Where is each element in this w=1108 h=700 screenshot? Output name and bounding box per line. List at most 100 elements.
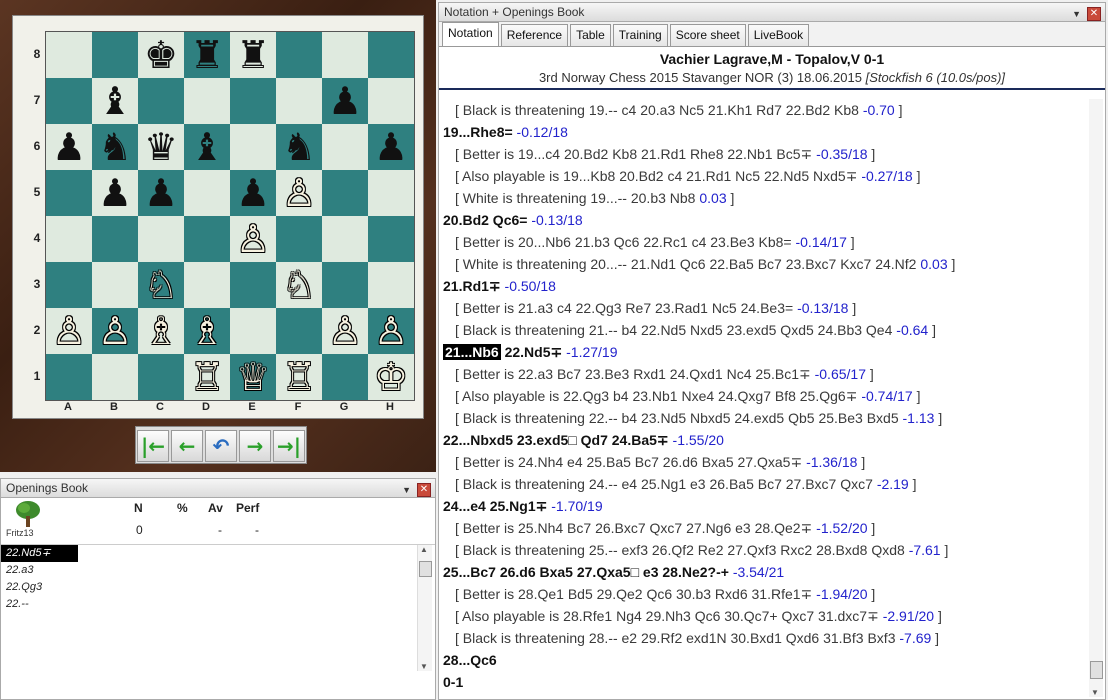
square-f4[interactable] [276, 216, 322, 262]
square-h4[interactable] [368, 216, 414, 262]
mainline-move[interactable]: 0-1 [443, 671, 1088, 693]
last-move-button[interactable]: →| [273, 430, 305, 462]
square-h5[interactable] [368, 170, 414, 216]
white-pawn-icon[interactable]: ♙ [46, 308, 92, 354]
black-rook-icon[interactable]: ♜ [230, 32, 276, 78]
mainline-move[interactable]: 22...Nbxd5 23.exd5□ Qd7 24.Ba5∓ -1.55/20 [443, 429, 1088, 451]
square-g1[interactable] [322, 354, 368, 400]
square-b8[interactable] [92, 32, 138, 78]
variation-line[interactable]: [ Black is threatening 22.-- b4 23.Nd5 N… [443, 407, 1088, 429]
black-knight-icon[interactable]: ♞ [92, 124, 138, 170]
square-a4[interactable] [46, 216, 92, 262]
square-b3[interactable] [92, 262, 138, 308]
square-a7[interactable] [46, 78, 92, 124]
square-a5[interactable] [46, 170, 92, 216]
square-g3[interactable] [322, 262, 368, 308]
close-icon[interactable]: ✕ [1087, 7, 1101, 21]
black-pawn-icon[interactable]: ♟ [230, 170, 276, 216]
black-pawn-icon[interactable]: ♟ [368, 124, 414, 170]
prev-move-button[interactable]: ← [171, 430, 203, 462]
white-rook-icon[interactable]: ♖ [276, 354, 322, 400]
square-d7[interactable] [184, 78, 230, 124]
square-c7[interactable] [138, 78, 184, 124]
dropdown-icon[interactable]: ▼ [402, 481, 411, 499]
square-e3[interactable] [230, 262, 276, 308]
black-pawn-icon[interactable]: ♟ [92, 170, 138, 216]
square-e6[interactable] [230, 124, 276, 170]
book-move-item[interactable]: 22.-- [1, 596, 419, 613]
square-f2[interactable] [276, 308, 322, 354]
white-knight-icon[interactable]: ♘ [276, 262, 322, 308]
chess-board[interactable]: ♚ ♜ ♜ ♝ ♟ ♟ ♞ ♛ ♝ ♞ ♟ ♟ ♟ ♟ ♙ ♙ ♘ ♘ ♙ ♙ ♗ ♗ ♙ ♙ ♖ ♕ ♖ ♔ [45, 31, 415, 401]
square-g8[interactable] [322, 32, 368, 78]
current-move[interactable]: 21...Nb6 [443, 344, 501, 360]
variation-line[interactable]: [ Better is 28.Qe1 Bd5 29.Qe2 Qc6 30.b3 … [443, 583, 1088, 605]
book-move-item[interactable]: 22.Qg3 [1, 579, 419, 596]
variation-line[interactable]: [ Black is threatening 28.-- e2 29.Rf2 e… [443, 627, 1088, 649]
square-g5[interactable] [322, 170, 368, 216]
square-g6[interactable] [322, 124, 368, 170]
white-rook-icon[interactable]: ♖ [184, 354, 230, 400]
square-d3[interactable] [184, 262, 230, 308]
white-queen-icon[interactable]: ♕ [230, 354, 276, 400]
scroll-down-icon[interactable]: ▼ [1091, 688, 1099, 697]
white-bishop-icon[interactable]: ♗ [184, 308, 230, 354]
black-bishop-icon[interactable]: ♝ [184, 124, 230, 170]
close-icon[interactable]: ✕ [417, 483, 431, 497]
book-scrollbar[interactable]: ▲ ▼ [417, 545, 432, 671]
variation-line[interactable]: [ Better is 24.Nh4 e4 25.Ba5 Bc7 26.d6 B… [443, 451, 1088, 473]
white-pawn-icon[interactable]: ♙ [230, 216, 276, 262]
square-a8[interactable] [46, 32, 92, 78]
tab-livebook[interactable]: LiveBook [747, 24, 810, 46]
square-h8[interactable] [368, 32, 414, 78]
variation-line[interactable]: [ Black is threatening 21.-- b4 22.Nd5 N… [443, 319, 1088, 341]
variation-line[interactable]: [ Better is 25.Nh4 Bc7 26.Bxc7 Qxc7 27.N… [443, 517, 1088, 539]
white-king-icon[interactable]: ♔ [368, 354, 414, 400]
col-perf[interactable]: Perf [236, 501, 259, 515]
square-d4[interactable] [184, 216, 230, 262]
square-c1[interactable] [138, 354, 184, 400]
next-move-button[interactable]: → [239, 430, 271, 462]
mainline-move[interactable]: 28...Qc6 [443, 649, 1088, 671]
tab-table[interactable]: Table [570, 24, 611, 46]
black-pawn-icon[interactable]: ♟ [46, 124, 92, 170]
tab-score-sheet[interactable]: Score sheet [669, 24, 746, 46]
scroll-thumb[interactable] [1090, 661, 1103, 679]
variation-line[interactable]: [ Better is 20...Nb6 21.b3 Qc6 22.Rc1 c4… [443, 231, 1088, 253]
square-e2[interactable] [230, 308, 276, 354]
book-move-item[interactable]: 22.a3 [1, 562, 419, 579]
black-king-icon[interactable]: ♚ [138, 32, 184, 78]
variation-line[interactable]: [ Better is 19...c4 20.Bd2 Kb8 21.Rd1 Rh… [443, 143, 1088, 165]
takeback-button[interactable]: ↶ [205, 430, 237, 462]
black-rook-icon[interactable]: ♜ [184, 32, 230, 78]
variation-line[interactable]: [ Better is 21.a3 c4 22.Qg3 Re7 23.Rad1 … [443, 297, 1088, 319]
tab-reference[interactable]: Reference [500, 24, 569, 46]
tab-training[interactable]: Training [612, 24, 668, 46]
variation-line[interactable]: [ Also playable is 22.Qg3 b4 23.Nb1 Nxe4… [443, 385, 1088, 407]
scroll-down-icon[interactable]: ▼ [420, 662, 428, 671]
square-b1[interactable] [92, 354, 138, 400]
white-pawn-icon[interactable]: ♙ [276, 170, 322, 216]
notation-scrollbar[interactable]: ▼ [1089, 99, 1103, 697]
square-a1[interactable] [46, 354, 92, 400]
variation-line[interactable]: [ Also playable is 28.Rfe1 Ng4 29.Nh3 Qc… [443, 605, 1088, 627]
variation-line[interactable]: [ Black is threatening 25.-- exf3 26.Qf2… [443, 539, 1088, 561]
col-percent[interactable]: % [177, 501, 188, 515]
white-pawn-icon[interactable]: ♙ [368, 308, 414, 354]
square-f8[interactable] [276, 32, 322, 78]
mainline-move[interactable]: 21.Rd1∓ -0.50/18 [443, 275, 1088, 297]
square-f7[interactable] [276, 78, 322, 124]
black-bishop-icon[interactable]: ♝ [92, 78, 138, 124]
mainline-move[interactable]: 21...Nb6 22.Nd5∓ -1.27/19 [443, 341, 1088, 363]
mainline-move[interactable]: 24...e4 25.Ng1∓ -1.70/19 [443, 495, 1088, 517]
square-h3[interactable] [368, 262, 414, 308]
white-pawn-icon[interactable]: ♙ [92, 308, 138, 354]
book-move-item[interactable]: 22.Nd5∓ [1, 545, 78, 562]
square-c4[interactable] [138, 216, 184, 262]
mainline-move[interactable]: 19...Rhe8= -0.12/18 [443, 121, 1088, 143]
col-n[interactable]: N [134, 501, 143, 515]
tab-notation[interactable]: Notation [442, 22, 499, 46]
square-g4[interactable] [322, 216, 368, 262]
black-pawn-icon[interactable]: ♟ [322, 78, 368, 124]
square-d5[interactable] [184, 170, 230, 216]
